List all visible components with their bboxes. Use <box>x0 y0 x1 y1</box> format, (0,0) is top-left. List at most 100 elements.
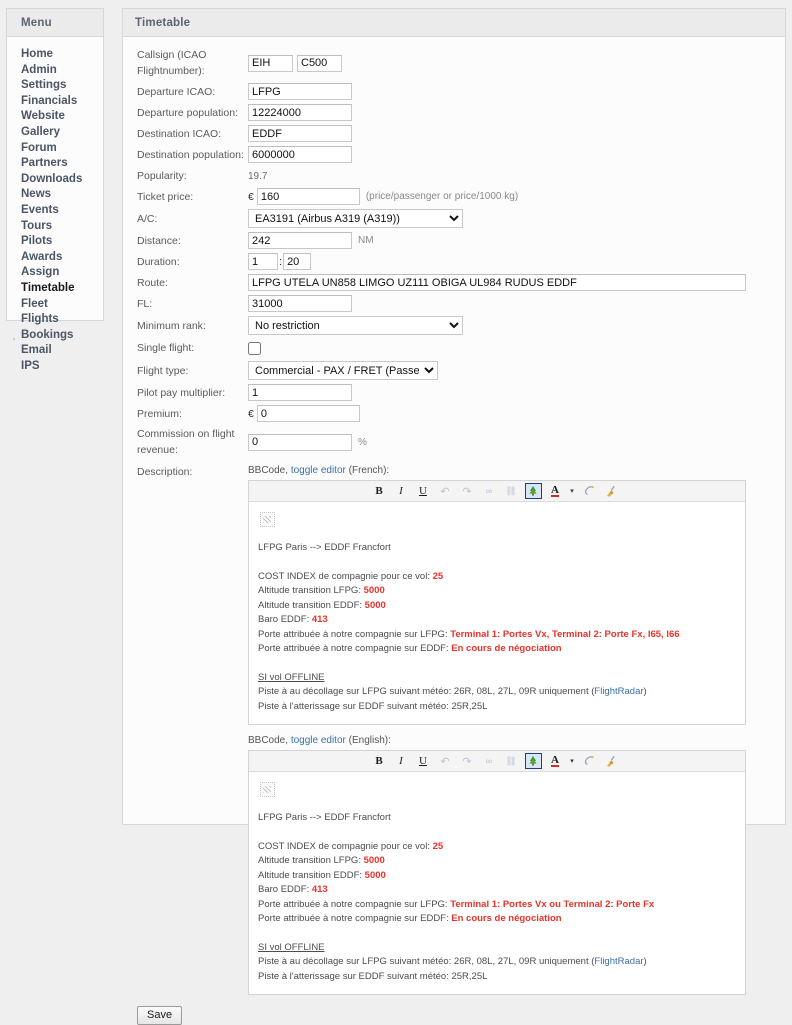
destination-icao-input[interactable] <box>248 125 352 142</box>
sidebar-item-forum[interactable]: Forum <box>7 141 103 157</box>
callsign-label: Callsign (ICAO Flightnumber): <box>137 49 207 77</box>
sidebar-item-ips[interactable]: IPS <box>7 359 103 375</box>
editor-info-line: COST INDEX de compagnie pour ce vol: 25 <box>258 840 736 855</box>
sidebar-item-news[interactable]: News <box>7 187 103 203</box>
editor-body[interactable]: LFPG Paris --> EDDF Francfort COST INDEX … <box>249 502 745 724</box>
color-dropdown-icon-icon[interactable]: ▾ <box>569 753 576 769</box>
font-color-icon[interactable]: A <box>547 753 564 769</box>
aircraft-select[interactable]: EA3191 (Airbus A319 (A319)) <box>248 209 463 228</box>
clean-html-icon[interactable] <box>603 483 620 499</box>
row-popularity: Popularity: 19.7 <box>123 168 785 184</box>
remove-format-icon[interactable] <box>581 483 598 499</box>
duration-separator: : <box>279 255 283 268</box>
fl-input[interactable] <box>248 295 352 312</box>
flight-type-select[interactable]: Commercial - PAX / FRET (Passenger) <box>248 361 438 380</box>
redo-icon[interactable]: ↷ <box>459 483 476 499</box>
editor-info-line-label: Altitude transition LFPG: <box>258 855 364 866</box>
undo-icon[interactable]: ↶ <box>437 753 454 769</box>
flightradar-link[interactable]: FlightRadar <box>594 686 643 697</box>
editor-info-line-label: COST INDEX de compagnie pour ce vol: <box>258 840 433 852</box>
editor-info-line: COST INDEX de compagnie pour ce vol: 25 <box>258 570 736 585</box>
sidebar-item-website[interactable]: Website <box>7 109 103 125</box>
popularity-value: 19.7 <box>248 170 268 182</box>
save-button[interactable]: Save <box>137 1006 183 1025</box>
toggle-editor-link[interactable]: toggle editor <box>291 465 346 476</box>
editor-body[interactable]: LFPG Paris --> EDDF Francfort COST INDEX … <box>249 772 745 994</box>
destination-population-input[interactable] <box>248 146 352 163</box>
redo-icon[interactable]: ↷ <box>459 753 476 769</box>
ticket-price-input[interactable] <box>256 188 360 205</box>
sidebar-item-fleet[interactable]: Fleet <box>7 297 103 313</box>
sidebar-item-settings[interactable]: Settings <box>7 78 103 94</box>
departure-icao-input[interactable] <box>248 83 352 100</box>
italic-icon[interactable]: I <box>393 753 410 769</box>
popularity-label: Popularity: <box>137 170 187 182</box>
bold-icon[interactable]: B <box>371 483 388 499</box>
editor-info-line-label: Porte attribuée à notre compagnie sur ED… <box>258 913 452 924</box>
font-color-icon[interactable]: A <box>547 483 564 499</box>
flight-type-label: Flight type: <box>137 364 189 377</box>
editor-info-line-value: En cours de négociation <box>451 913 562 924</box>
undo-icon[interactable]: ↶ <box>437 483 454 499</box>
row-minimum-rank: Minimum rank: No restriction <box>123 316 785 335</box>
pilot-pay-multiplier-input[interactable] <box>248 384 352 401</box>
minimum-rank-select[interactable]: No restriction <box>248 316 463 335</box>
distance-input[interactable] <box>248 232 352 249</box>
broken-image-icon <box>260 512 275 527</box>
row-fl: FL: <box>123 295 785 312</box>
sidebar-item-bookings[interactable]: Bookings <box>7 328 103 344</box>
flightradar-link[interactable]: FlightRadar <box>594 956 643 967</box>
sidebar-item-downloads[interactable]: Downloads <box>7 172 103 188</box>
bbcode-caption: BBCode, toggle editor (English): <box>248 734 746 748</box>
duration-hours-input[interactable] <box>248 253 278 270</box>
sidebar-item-partners[interactable]: Partners <box>7 156 103 172</box>
premium-input[interactable] <box>256 405 360 422</box>
editor-info-line: Baro EDDF: 413 <box>258 613 736 628</box>
unlink-icon[interactable]: ⛓ <box>503 753 520 769</box>
color-dropdown-icon-icon[interactable]: ▾ <box>569 483 576 499</box>
bold-icon[interactable]: B <box>371 753 388 769</box>
link-icon[interactable]: ∞ <box>481 753 498 769</box>
sidebar-item-tours[interactable]: Tours <box>7 219 103 235</box>
callsign-prefix-input[interactable] <box>248 54 293 72</box>
offline-departure-text-end: ) <box>643 956 647 967</box>
sidebar-item-gallery[interactable]: Gallery <box>7 125 103 141</box>
bbcode-caption-suffix: (French): <box>345 465 390 476</box>
sidebar-item-financials[interactable]: Financials <box>7 94 103 110</box>
sidebar-item-events[interactable]: Events <box>7 203 103 219</box>
sidebar-item-flights[interactable]: Flights <box>7 312 103 328</box>
clean-html-icon[interactable] <box>603 753 620 769</box>
sidebar-item-timetable[interactable]: Timetable <box>7 281 103 297</box>
sidebar-item-awards[interactable]: Awards <box>7 250 103 266</box>
sidebar-item-pilots[interactable]: Pilots <box>7 234 103 250</box>
destination-population-label: Destination population: <box>137 148 244 161</box>
editor-info-line: Altitude transition LFPG: 5000 <box>258 584 736 599</box>
remove-format-icon[interactable] <box>581 753 598 769</box>
editor-info-line-value: Terminal 1: Portes Vx ou Terminal 2: Por… <box>450 898 655 910</box>
toggle-editor-link[interactable]: toggle editor <box>291 735 346 746</box>
duration-minutes-input[interactable] <box>283 253 312 270</box>
sidebar-item-assign[interactable]: Assign <box>7 265 103 281</box>
departure-population-input[interactable] <box>248 104 352 121</box>
callsign-number-input[interactable] <box>297 54 342 72</box>
underline-icon[interactable]: U <box>415 753 432 769</box>
row-flight-type: Flight type: Commercial - PAX / FRET (Pa… <box>123 361 785 380</box>
italic-icon[interactable]: I <box>393 483 410 499</box>
link-icon[interactable]: ∞ <box>481 483 498 499</box>
editor-info-line: Porte attribuée à notre compagnie sur LF… <box>258 628 736 643</box>
premium-euro-symbol: € <box>248 407 254 420</box>
editor-info-line-label: Porte attribuée à notre compagnie sur LF… <box>258 898 451 910</box>
route-input[interactable] <box>248 274 746 291</box>
sidebar-item-home[interactable]: Home <box>7 47 103 63</box>
commission-input[interactable] <box>248 433 352 451</box>
insert-image-icon[interactable] <box>524 753 542 769</box>
editor-info-line-label: Altitude transition LFPG: <box>258 585 364 596</box>
insert-image-icon[interactable] <box>524 483 542 499</box>
underline-icon[interactable]: U <box>415 483 432 499</box>
sidebar-item-email[interactable]: Email <box>7 343 103 359</box>
sidebar-item-admin[interactable]: Admin <box>7 63 103 79</box>
unlink-icon[interactable]: ⛓ <box>503 483 520 499</box>
bbcode-caption-prefix: BBCode, <box>248 465 291 476</box>
single-flight-checkbox[interactable] <box>248 341 261 355</box>
